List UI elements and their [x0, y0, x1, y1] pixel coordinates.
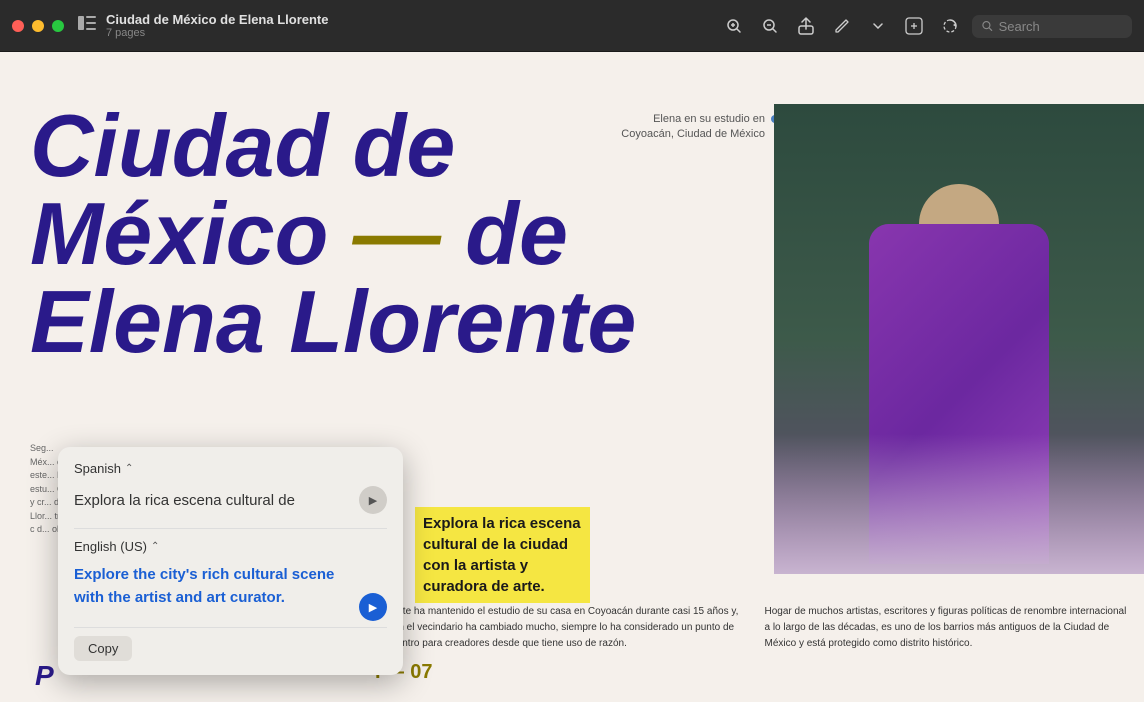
- copy-button[interactable]: Copy: [74, 636, 132, 661]
- target-lang-selector[interactable]: English (US) ⌃: [74, 539, 387, 554]
- traffic-lights: [12, 20, 64, 32]
- fullscreen-button[interactable]: [52, 20, 64, 32]
- title-de: de: [465, 184, 568, 283]
- source-lang-label: Spanish: [74, 461, 121, 476]
- target-lang-label: English (US): [74, 539, 147, 554]
- share-icon[interactable]: [792, 12, 820, 40]
- main-content: Elena en su estudio enCoyoacán, Ciudad d…: [0, 52, 1144, 702]
- bottom-col-2-text: Hogar de muchos artistas, escritores y f…: [765, 606, 1127, 649]
- translated-text: Explore the city's rich cultural scene w…: [74, 564, 359, 609]
- target-lang-chevron-icon: ⌃: [151, 541, 159, 552]
- search-input[interactable]: [999, 19, 1122, 34]
- source-play-button[interactable]: ▶: [359, 486, 387, 514]
- sidebar-toggle-icon[interactable]: [78, 16, 96, 35]
- translation-popup: Spanish ⌃ Explora la rica escena cultura…: [58, 447, 403, 675]
- title-dash: —: [353, 184, 465, 283]
- toolbar-right: [720, 0, 1132, 52]
- document-page: Elena en su estudio enCoyoacán, Ciudad d…: [0, 52, 1144, 702]
- search-icon: [982, 20, 993, 32]
- zoom-in-icon[interactable]: [720, 12, 748, 40]
- document-title: Ciudad de México de Elena Llorente: [106, 12, 329, 27]
- titlebar: Ciudad de México de Elena Llorente 7 pag…: [0, 0, 1144, 52]
- bottom-col-1: Llorente ha mantenido el estudio de su c…: [375, 604, 745, 652]
- minimize-button[interactable]: [32, 20, 44, 32]
- title-line1: Ciudad de: [30, 96, 455, 195]
- source-text: Explora la rica escena cultural de: [74, 492, 351, 509]
- source-text-row: Explora la rica escena cultural de ▶: [74, 486, 387, 514]
- translation-footer: Copy: [74, 627, 387, 661]
- page-letter: P: [35, 660, 54, 692]
- add-icon[interactable]: [900, 12, 928, 40]
- markup-chevron-icon[interactable]: [864, 12, 892, 40]
- rotate-icon[interactable]: [936, 12, 964, 40]
- document-title-area: Ciudad de México de Elena Llorente 7 pag…: [106, 12, 329, 39]
- source-lang-chevron-icon: ⌃: [125, 463, 133, 474]
- bottom-col-2: Hogar de muchos artistas, escritores y f…: [765, 604, 1135, 652]
- source-lang-selector[interactable]: Spanish ⌃: [74, 461, 387, 476]
- title-line2: México: [30, 184, 328, 283]
- translated-text-row: Explore the city's rich cultural scene w…: [74, 564, 387, 621]
- title-line3: Elena Llorente: [30, 272, 636, 371]
- markup-icon[interactable]: [828, 12, 856, 40]
- bottom-col-1-text: Llorente ha mantenido el estudio de su c…: [375, 606, 738, 649]
- author-photo: [774, 104, 1144, 574]
- photo-placeholder: [774, 104, 1144, 574]
- zoom-out-icon[interactable]: [756, 12, 784, 40]
- document-pages: 7 pages: [106, 27, 329, 39]
- highlighted-text: Explora la rica escena cultural de la ci…: [415, 507, 590, 603]
- highlight-content: Explora la rica escena cultural de la ci…: [423, 515, 581, 595]
- target-play-button[interactable]: ▶: [359, 593, 387, 621]
- popup-divider: [74, 528, 387, 529]
- bottom-text-columns: Llorente ha mantenido el estudio de su c…: [375, 604, 1134, 652]
- close-button[interactable]: [12, 20, 24, 32]
- search-box[interactable]: [972, 15, 1132, 38]
